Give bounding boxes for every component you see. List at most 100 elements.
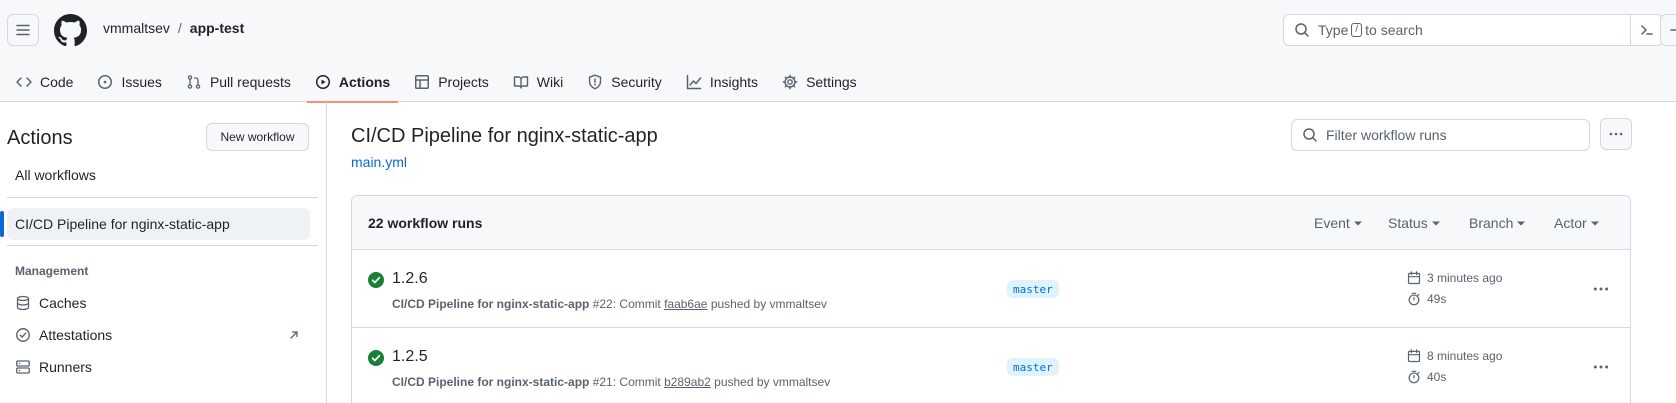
filter-placeholder: Filter workflow runs [1326,127,1447,143]
tab-security[interactable]: Security [579,62,670,102]
shield-icon [587,74,603,90]
gear-icon [782,74,798,90]
owner-link[interactable]: vmmaltsev [103,20,170,36]
search-shortcut-key: / [1351,23,1363,37]
stopwatch-icon [1407,292,1421,306]
sidebar-title: Actions [7,127,73,149]
dropdown-label: Actor [1554,215,1587,231]
workflow-run-row[interactable]: 1.2.5 CI/CD Pipeline for nginx-static-ap… [352,328,1630,403]
sidebar-item-label: CI/CD Pipeline for nginx-static-app [15,216,230,232]
sidebar-divider [7,245,318,246]
stopwatch-icon [1407,370,1421,384]
tab-label: Pull requests [209,74,291,90]
tab-projects[interactable]: Projects [406,62,497,102]
command-palette-icon[interactable] [1630,15,1662,45]
verified-icon [15,327,31,343]
run-number: #22 [592,297,613,311]
kebab-horizontal-icon [1608,126,1624,142]
sidebar-item-label: Attestations [39,327,113,343]
hamburger-icon [15,22,31,38]
runs-list-header: 22 workflow runs Event Status Branch Act… [352,196,1630,250]
runs-count: 22 workflow runs [368,215,483,231]
plus-icon [1669,22,1676,38]
tab-issues[interactable]: Issues [89,62,169,102]
run-timestamp: 3 minutes ago [1407,271,1502,285]
actor-filter-dropdown[interactable]: Actor [1554,215,1599,231]
calendar-icon [1407,271,1421,285]
tab-label: Settings [806,74,857,90]
run-time-text: 8 minutes ago [1427,349,1503,363]
run-meta: CI/CD Pipeline for nginx-static-app #22:… [392,297,827,311]
github-logo-icon[interactable] [54,14,87,47]
sidebar-item-runners[interactable]: Runners [15,359,92,375]
sidebar-item-all-workflows[interactable]: All workflows [15,167,96,183]
dropdown-label: Status [1388,215,1428,231]
commit-sha-link[interactable]: b289ab2 [664,375,711,389]
pull-request-icon [186,74,202,90]
branch-label[interactable]: master [1007,358,1059,376]
branch-filter-dropdown[interactable]: Branch [1469,215,1526,231]
tab-label: Actions [338,74,391,90]
breadcrumb-separator: / [177,20,182,36]
create-new-button[interactable] [1660,14,1676,46]
branch-label[interactable]: master [1007,280,1059,298]
status-filter-dropdown[interactable]: Status [1388,215,1440,231]
tab-actions[interactable]: Actions [306,62,399,103]
run-workflow-name: CI/CD Pipeline for nginx-static-app [392,375,590,389]
run-duration: 49s [1407,292,1446,306]
workflow-run-row[interactable]: 1.2.6 CI/CD Pipeline for nginx-static-ap… [352,250,1630,328]
tab-insights[interactable]: Insights [678,62,766,102]
run-pushed-by: pushed by vmmaltsev [714,375,831,389]
external-link-arrow-icon [288,329,300,341]
triangle-down-icon [1517,219,1526,227]
run-number: #21 [592,375,613,389]
sidebar-item-active-workflow[interactable]: CI/CD Pipeline for nginx-static-app [0,208,310,240]
tab-label: Insights [709,74,759,90]
tab-label: Issues [121,74,162,90]
kebab-horizontal-icon[interactable] [1592,358,1610,376]
tab-label: Security [611,74,662,90]
triangle-down-icon [1431,219,1440,227]
sidebar-item-label: Runners [39,359,92,375]
run-title-link[interactable]: 1.2.6 [392,270,428,288]
event-filter-dropdown[interactable]: Event [1314,215,1362,231]
check-circle-fill-icon [368,272,384,288]
tab-pull-requests[interactable]: Pull requests [178,62,299,102]
dropdown-label: Event [1314,215,1350,231]
run-workflow-name: CI/CD Pipeline for nginx-static-app [392,297,590,311]
repo-link[interactable]: app-test [190,20,244,36]
tab-wiki[interactable]: Wiki [505,62,571,102]
run-duration-text: 40s [1427,370,1447,384]
table-icon [414,74,430,90]
run-title-link[interactable]: 1.2.5 [392,348,428,366]
calendar-icon [1407,349,1421,363]
search-icon [1302,127,1318,143]
global-header: vmmaltsev / app-test Type / to search Co… [0,0,1676,103]
management-heading: Management [15,264,89,278]
sidebar-item-caches[interactable]: Caches [15,295,86,311]
tab-code[interactable]: Code [8,62,81,102]
run-pushed-by: pushed by vmmaltsev [710,297,827,311]
new-workflow-button[interactable]: New workflow [206,123,309,151]
workflow-title: CI/CD Pipeline for nginx-static-app [351,125,658,147]
kebab-horizontal-icon[interactable] [1592,280,1610,298]
book-icon [513,74,529,90]
workflow-runs-list: 22 workflow runs Event Status Branch Act… [351,195,1631,403]
tab-settings[interactable]: Settings [774,62,865,102]
database-icon [15,295,31,311]
tab-label: Wiki [536,74,564,90]
filter-workflow-runs-input[interactable]: Filter workflow runs [1291,119,1590,151]
run-commit-prefix: : Commit [612,297,661,311]
workflow-options-button[interactable] [1600,118,1632,150]
dropdown-label: Branch [1469,215,1514,231]
check-circle-fill-icon [368,350,384,366]
search-placeholder-end: to search [1365,22,1423,38]
tab-label: Code [40,74,74,90]
workflow-file-link[interactable]: main.yml [351,154,407,170]
sidebar-item-attestations[interactable]: Attestations [15,327,112,343]
run-commit-prefix: : Commit [612,375,661,389]
run-meta: CI/CD Pipeline for nginx-static-app #21:… [392,375,830,389]
global-search[interactable]: Type / to search [1283,14,1663,46]
commit-sha-link[interactable]: faab6ae [664,297,707,311]
menu-button[interactable] [7,14,39,46]
